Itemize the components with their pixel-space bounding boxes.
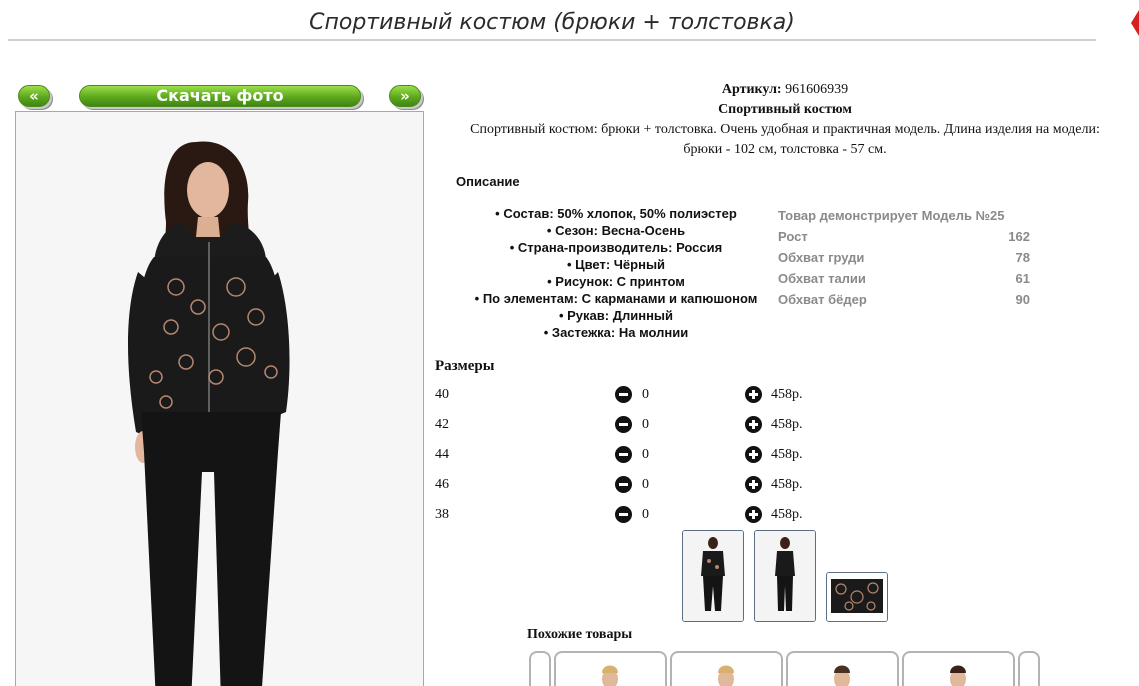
size-price: 458р. [771, 477, 803, 492]
property-item: Застежка: На молнии [454, 324, 778, 341]
plus-circle-icon[interactable] [745, 416, 762, 433]
description-heading: Описание [456, 174, 520, 189]
size-quantity: 0 [642, 507, 649, 522]
size-quantity: 0 [642, 417, 649, 432]
download-photo-button[interactable]: Скачать фото [79, 85, 361, 107]
similar-product-image [950, 665, 966, 686]
carousel-prev-button[interactable] [529, 651, 551, 686]
thumbnail-image [827, 573, 887, 621]
size-label: 42 [435, 417, 449, 432]
model-row: Обхват бёдер 90 [778, 292, 1030, 307]
size-row: 42 0 458р. [435, 414, 835, 436]
product-name: Спортивный костюм [718, 102, 852, 117]
article-label: Артикул: [721, 82, 782, 97]
size-price: 458р. [771, 447, 803, 462]
model-row: Обхват груди 78 [778, 250, 1030, 265]
plus-circle-icon[interactable] [745, 386, 762, 403]
photo-thumbnail[interactable] [826, 572, 888, 622]
thumbnail-image [683, 531, 743, 621]
product-info: Артикул: 961606939 Спортивный костюм Спо… [450, 80, 1120, 160]
property-item: Страна-производитель: Россия [454, 239, 778, 256]
size-quantity: 0 [642, 447, 649, 462]
similar-product-card[interactable] [786, 651, 899, 686]
size-price: 458р. [771, 507, 803, 522]
model-measurements: Товар демонстрирует Модель №25 Рост 162 О… [778, 205, 1032, 310]
size-price: 458р. [771, 387, 803, 402]
next-photo-button[interactable]: » [389, 85, 421, 107]
plus-circle-icon[interactable] [745, 446, 762, 463]
similar-products-heading: Похожие товары [527, 627, 633, 642]
minus-circle-icon[interactable] [615, 446, 632, 463]
article-line: Артикул: 961606939 [450, 80, 1120, 100]
article-value: 961606939 [785, 82, 849, 97]
similar-product-card[interactable] [670, 651, 783, 686]
property-item: Рукав: Длинный [454, 307, 778, 324]
title-divider [8, 39, 1096, 41]
similar-product-image [834, 665, 850, 686]
similar-product-image [602, 665, 618, 686]
size-row: 40 0 458р. [435, 384, 835, 406]
model-photo-illustration [16, 112, 423, 686]
property-item: По элементам: С карманами и капюшоном [454, 290, 778, 307]
property-item: Цвет: Чёрный [454, 256, 778, 273]
model-header: Товар демонстрирует Модель №25 [778, 208, 1005, 223]
thumbnail-image [755, 531, 815, 621]
size-label: 46 [435, 477, 449, 492]
main-product-photo[interactable] [15, 111, 424, 686]
size-row: 38 0 458р. [435, 504, 835, 526]
size-label: 40 [435, 387, 449, 402]
product-description: Спортивный костюм: брюки + толстовка. Оч… [470, 122, 1100, 157]
size-quantity: 0 [642, 477, 649, 492]
plus-circle-icon[interactable] [745, 506, 762, 523]
carousel-next-button[interactable] [1018, 651, 1040, 686]
property-item: Рисунок: С принтом [454, 273, 778, 290]
size-quantity: 0 [642, 387, 649, 402]
minus-circle-icon[interactable] [615, 416, 632, 433]
property-item: Сезон: Весна-Осень [454, 222, 778, 239]
property-item: Состав: 50% хлопок, 50% полиэстер [454, 205, 778, 222]
model-row: Рост 162 [778, 229, 1030, 244]
prev-photo-button[interactable]: « [18, 85, 50, 107]
model-row: Обхват талии 61 [778, 271, 1030, 286]
minus-circle-icon[interactable] [615, 386, 632, 403]
page-title: Спортивный костюм (брюки + толстовка) [309, 10, 795, 35]
size-row: 44 0 458р. [435, 444, 835, 466]
minus-circle-icon[interactable] [615, 506, 632, 523]
photo-thumbnail[interactable] [754, 530, 816, 622]
similar-product-card[interactable] [554, 651, 667, 686]
size-label: 38 [435, 507, 449, 522]
similar-product-image [718, 665, 734, 686]
edge-logo-icon [1131, 10, 1139, 36]
properties-list: Состав: 50% хлопок, 50% полиэстер Сезон:… [454, 205, 778, 341]
size-label: 44 [435, 447, 449, 462]
size-row: 46 0 458р. [435, 474, 835, 496]
sizes-heading: Размеры [435, 358, 495, 374]
plus-circle-icon[interactable] [745, 476, 762, 493]
photo-thumbnail[interactable] [682, 530, 744, 622]
minus-circle-icon[interactable] [615, 476, 632, 493]
size-price: 458р. [771, 417, 803, 432]
similar-product-card[interactable] [902, 651, 1015, 686]
